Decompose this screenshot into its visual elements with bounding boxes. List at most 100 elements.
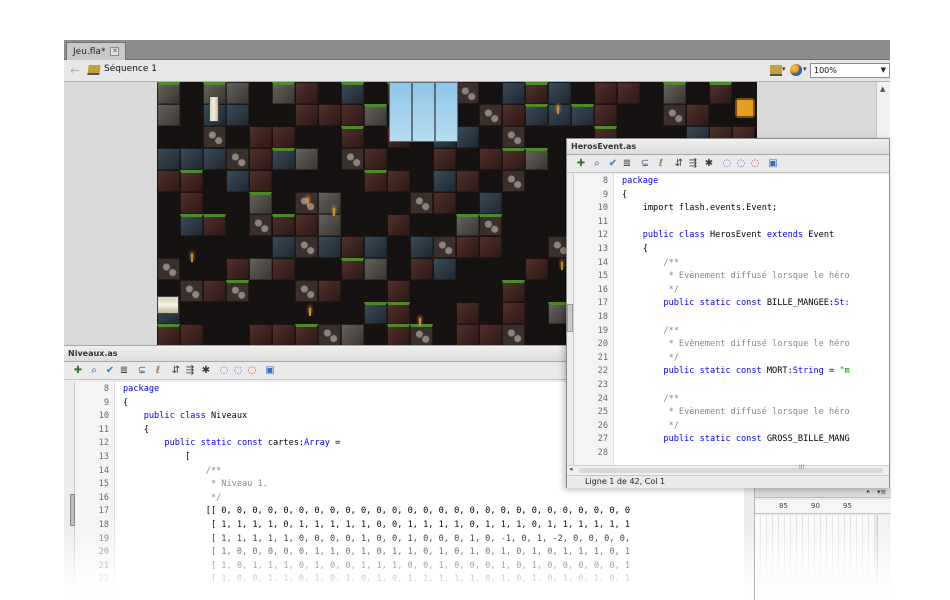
level-tile <box>410 192 433 214</box>
torch-icon <box>309 308 311 316</box>
debug-options-icon[interactable]: ℓ <box>655 158 667 170</box>
code-text: import flash.events.Event; <box>622 203 778 214</box>
collapse-braces-icon[interactable]: ⇵ <box>170 365 182 377</box>
block-comment-icon[interactable]: ◌ <box>218 365 230 377</box>
level-tile <box>410 236 433 258</box>
level-tile <box>479 236 502 258</box>
code-token: BILLE_MANGEE: <box>766 298 835 309</box>
auto-format-icon[interactable]: ≣ <box>621 158 633 170</box>
edit-scene-icon[interactable] <box>770 65 786 76</box>
level-tile <box>479 214 502 236</box>
block-comment-icon[interactable]: ◌ <box>721 158 733 170</box>
timeline-header: ▸ ▾≡ <box>755 488 891 498</box>
level-tile <box>318 104 341 126</box>
herosevent-panel-title[interactable]: HerosEvent.as <box>567 139 889 155</box>
scroll-up-icon[interactable]: ▲ <box>880 85 885 93</box>
add-item-icon[interactable]: ✚ <box>72 365 84 377</box>
code-text: { <box>123 398 128 409</box>
goal-icon <box>735 98 755 118</box>
code-text: */ <box>622 353 679 364</box>
close-tab-icon[interactable]: ✕ <box>110 47 120 56</box>
check-syntax-icon[interactable]: ✔ <box>104 365 116 377</box>
code-token: { <box>123 397 129 408</box>
pipe-entrance <box>209 96 219 122</box>
code-text: * Evènement diffusé lorsque le héro <box>622 339 850 350</box>
timeline-ruler[interactable]: 85 90 95 <box>755 500 891 514</box>
code-text: */ <box>622 285 679 296</box>
zoom-dropdown-icon[interactable]: ▼ <box>881 64 886 77</box>
timeline-panel: ▸ ▾≡ 85 90 95 <box>754 488 891 600</box>
level-tile <box>272 324 295 345</box>
code-text: /** <box>123 466 222 477</box>
toolbox-icon[interactable]: ▣ <box>767 158 779 170</box>
code-token: public static const <box>622 298 767 309</box>
find-icon[interactable]: ⌕ <box>591 158 603 170</box>
panel-resize-grip[interactable] <box>70 494 75 526</box>
level-tile <box>525 258 548 280</box>
check-syntax-icon[interactable]: ✔ <box>607 158 619 170</box>
add-item-icon[interactable]: ✚ <box>575 158 587 170</box>
document-tab-bar: Jeu.fla* ✕ <box>64 40 890 60</box>
line-number: 28 <box>597 448 608 458</box>
level-tile <box>525 82 548 104</box>
horizontal-scrollbar[interactable]: ◂ III <box>567 464 889 475</box>
code-text: public class HerosEvent extends Event <box>622 230 834 241</box>
code-token: public static const <box>123 438 268 449</box>
remove-comment-icon[interactable]: ◌ <box>749 158 761 170</box>
collapse-selection-icon[interactable]: ⇶ <box>184 365 196 377</box>
level-tile <box>341 104 364 126</box>
line-comment-icon[interactable]: ◌ <box>735 158 747 170</box>
expand-all-icon[interactable]: ✱ <box>200 365 212 377</box>
scroll-left-icon[interactable]: ◂ <box>569 465 573 473</box>
code-token: [ 1, 1, 1, 1, 0, 1, 1, 1, 1, 1, 0, 0, 1,… <box>123 520 631 530</box>
find-icon[interactable]: ⌕ <box>88 365 100 377</box>
back-arrow-icon[interactable]: ← <box>70 64 79 77</box>
level-tile <box>180 170 203 192</box>
code-text: [ 1, 1, 1, 1, 1, 0, 0, 0, 0, 1, 0, 0, 1,… <box>123 534 630 545</box>
code-hint-icon[interactable]: ⊊ <box>136 365 148 377</box>
code-token: import flash.events.Event; <box>622 203 778 214</box>
level-tile <box>364 236 387 258</box>
level-tile <box>456 126 479 148</box>
line-number: 21 <box>597 352 608 363</box>
timeline-arrow-icon[interactable]: ▸ <box>867 488 870 495</box>
line-comment-icon[interactable]: ◌ <box>232 365 244 377</box>
timeline-menu-icon[interactable]: ▾≡ <box>877 488 886 496</box>
line-number: 20 <box>597 339 608 350</box>
line-number: 16 <box>98 492 109 503</box>
line-number: 15 <box>597 271 608 282</box>
remove-comment-icon[interactable]: ◌ <box>246 365 258 377</box>
code-text: public static const cartes:Array = <box>123 438 340 449</box>
level-tile <box>341 148 364 170</box>
cursor-position-status: Ligne 1 de 42, Col 1 <box>567 475 889 488</box>
ruler-tick-label: 85 <box>779 502 788 510</box>
scene-label[interactable]: Séquence 1 <box>104 64 157 74</box>
level-tile <box>295 236 318 258</box>
zoom-select[interactable]: 100% ▼ <box>810 63 890 78</box>
level-tile <box>226 280 249 302</box>
document-tab-label: Jeu.fla* <box>73 46 106 57</box>
herosevent-code-editor[interactable]: 8 package 9 {10 import flash.events.Event; 1… <box>573 174 889 466</box>
level-tile <box>272 258 295 280</box>
code-token: [[ 0, 0, 0, 0, 0, 0, 0, 0, 0, 0, 0, 0, 0… <box>123 506 631 517</box>
code-text: [ 1, 0, 0, 1, 1, 0, 1, 0, 1, 0, 1, 0, 1,… <box>123 574 630 585</box>
document-tab[interactable]: Jeu.fla* ✕ <box>66 42 127 60</box>
sky-opening <box>412 82 435 142</box>
line-number: 17 <box>98 506 109 517</box>
level-tile <box>318 280 341 302</box>
collapse-braces-icon[interactable]: ⇵ <box>673 158 685 170</box>
code-hint-icon[interactable]: ⊊ <box>639 158 651 170</box>
herosevent-script-toolbar: ✚ ⌕ ✔ ≣ ⊊ ℓ ⇵ ⇶ ✱ ◌ ◌ ◌ ▣ <box>567 155 889 173</box>
auto-format-icon[interactable]: ≣ <box>118 365 130 377</box>
expand-all-icon[interactable]: ✱ <box>703 158 715 170</box>
code-token: "m <box>839 366 850 377</box>
edit-symbols-icon[interactable] <box>790 64 807 76</box>
scroll-thumb[interactable] <box>579 468 883 473</box>
toolbox-icon[interactable]: ▣ <box>264 365 276 377</box>
level-tile <box>272 82 295 104</box>
level-tile <box>456 214 479 236</box>
code-token: = <box>329 438 341 449</box>
collapse-selection-icon[interactable]: ⇶ <box>687 158 699 170</box>
debug-options-icon[interactable]: ℓ <box>152 365 164 377</box>
level-tile <box>226 170 249 192</box>
